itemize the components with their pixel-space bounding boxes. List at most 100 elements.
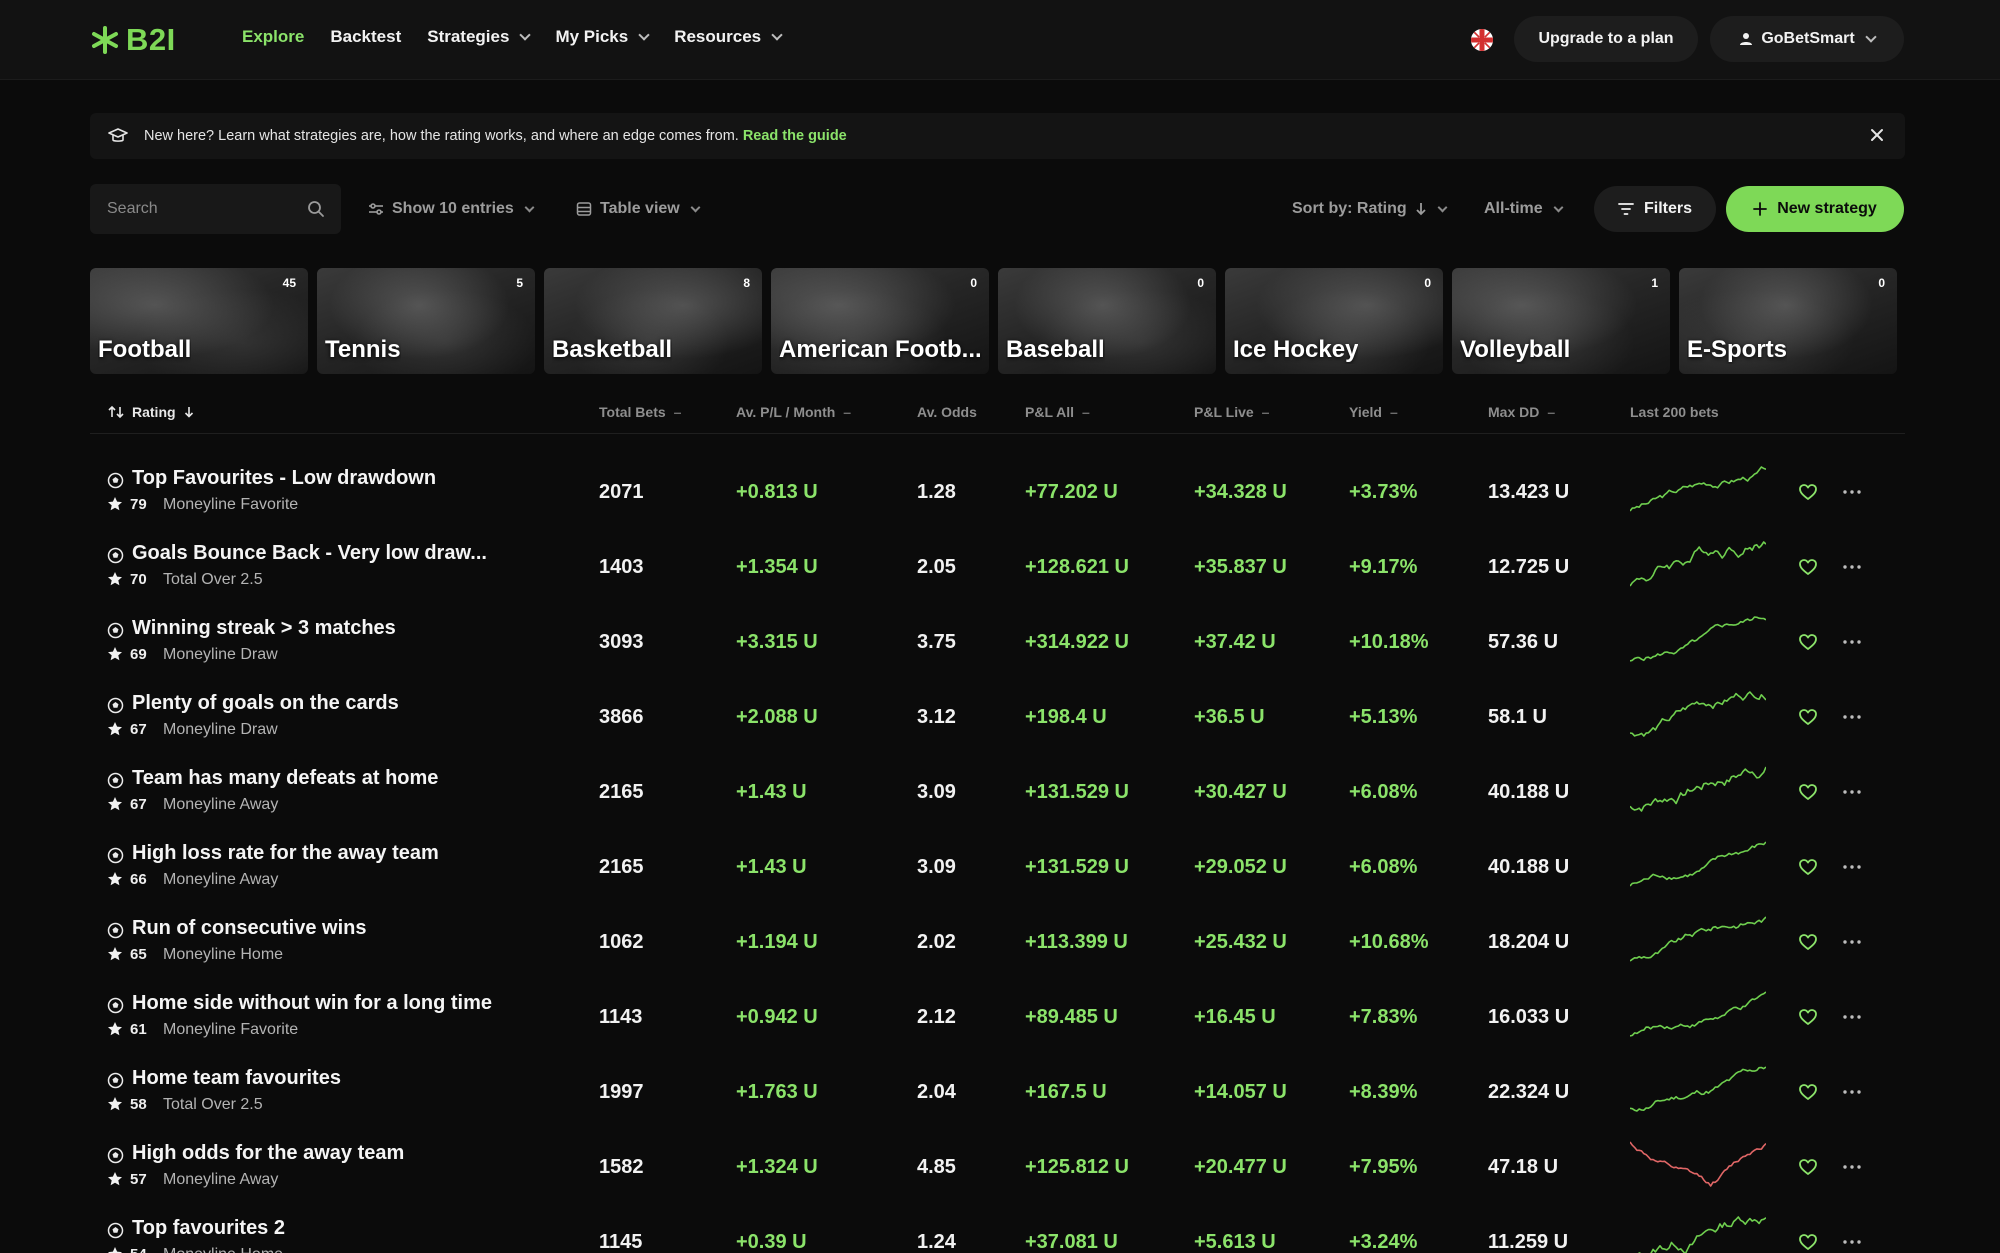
sort-dropdown[interactable]: Sort by: Rating (1292, 184, 1448, 234)
entries-dropdown[interactable]: Show 10 entries (368, 184, 535, 234)
onboarding-banner: New here? Learn what strategies are, how… (90, 113, 1905, 159)
strategy-title[interactable]: Home team favourites (132, 1067, 341, 1090)
account-menu-button[interactable]: GoBetSmart (1710, 16, 1904, 62)
sport-tile-american-footb[interactable]: 0 American Footb... (771, 268, 989, 374)
table-row[interactable]: High odds for the away team 57 Moneyline A… (90, 1130, 1905, 1205)
yield-column-header[interactable]: Yield – (1349, 404, 1398, 420)
sparkline-chart (1630, 1066, 1766, 1112)
upgrade-button[interactable]: Upgrade to a plan (1514, 16, 1698, 62)
pl-live-column-header[interactable]: P&L Live – (1194, 404, 1269, 420)
strategy-title[interactable]: Run of consecutive wins (132, 917, 366, 940)
more-options-icon[interactable] (1841, 1157, 1863, 1177)
strategy-title[interactable]: Top Favourites - Low drawdown (132, 467, 436, 490)
close-icon[interactable] (1867, 125, 1887, 145)
read-guide-link[interactable]: Read the guide (743, 128, 847, 144)
total-bets-column-header[interactable]: Total Bets – (599, 404, 681, 420)
view-dropdown[interactable]: Table view (576, 184, 701, 234)
table-row[interactable]: Top favourites 2 54 Moneyline Home 1145 +0.3… (90, 1205, 1905, 1253)
more-options-icon[interactable] (1841, 1007, 1863, 1027)
strategy-title[interactable]: Home side without win for a long time (132, 992, 492, 1015)
table-row[interactable]: Top Favourites - Low drawdown 79 Moneyline… (90, 455, 1905, 530)
heart-icon[interactable] (1798, 1232, 1818, 1252)
table-row[interactable]: Home team favourites 58 Total Over 2.5 1997… (90, 1055, 1905, 1130)
table-row[interactable]: Team has many defeats at home 67 Moneyline… (90, 755, 1905, 830)
max-dd-cell: 40.188 U (1488, 856, 1570, 878)
sliders-icon (369, 203, 383, 215)
strategy-title[interactable]: Top favourites 2 (132, 1217, 285, 1240)
sport-tile-e-sports[interactable]: 0 E-Sports (1679, 268, 1897, 374)
sport-tile-volleyball[interactable]: 1 Volleyball (1452, 268, 1670, 374)
heart-icon[interactable] (1798, 707, 1818, 727)
rating-column-header[interactable]: Rating (108, 404, 194, 420)
more-options-icon[interactable] (1841, 482, 1863, 502)
table-row[interactable]: Winning streak > 3 matches 69 Moneyline Dr… (90, 605, 1905, 680)
table-row[interactable]: Run of consecutive wins 65 Moneyline Home 1… (90, 905, 1905, 980)
nav-item-backtest[interactable]: Backtest (330, 27, 401, 47)
avg-pl-header-label: Av. P/L / Month (736, 404, 836, 420)
toolbar: Show 10 entries Table view Sort by: Rati… (90, 184, 1905, 234)
pl-all-cell: +125.812 U (1025, 1156, 1129, 1178)
heart-icon[interactable] (1798, 632, 1818, 652)
table-row[interactable]: Home side without win for a long time 61 M… (90, 980, 1905, 1055)
sparkline-series (1630, 991, 1766, 1037)
nav-item-resources[interactable]: Resources (674, 27, 783, 47)
table-row[interactable]: Plenty of goals on the cards 67 Moneyline … (90, 680, 1905, 755)
period-label: All-time (1484, 200, 1543, 217)
pl-live-cell: +20.477 U (1194, 1156, 1287, 1178)
user-icon (1740, 33, 1753, 45)
more-options-icon[interactable] (1841, 557, 1863, 577)
more-options-icon[interactable] (1841, 857, 1863, 877)
search-input[interactable] (90, 184, 341, 234)
heart-icon[interactable] (1798, 1007, 1818, 1027)
avg-odds-column-header[interactable]: Av. Odds (917, 404, 977, 420)
sport-tile-baseball[interactable]: 0 Baseball (998, 268, 1216, 374)
strategy-title[interactable]: High loss rate for the away team (132, 842, 439, 865)
chevron-down-icon (771, 29, 783, 41)
heart-icon[interactable] (1798, 1082, 1818, 1102)
nav-item-explore[interactable]: Explore (242, 27, 304, 47)
strategy-title[interactable]: Goals Bounce Back - Very low draw... (132, 542, 487, 565)
more-options-icon[interactable] (1841, 632, 1863, 652)
strategy-title[interactable]: Plenty of goals on the cards (132, 692, 399, 715)
strategy-title[interactable]: Team has many defeats at home (132, 767, 438, 790)
logo[interactable]: B2I (90, 22, 176, 58)
max-dd-column-header[interactable]: Max DD – (1488, 404, 1555, 420)
strategy-title[interactable]: High odds for the away team (132, 1142, 404, 1165)
nav-item-label: Resources (674, 27, 762, 46)
sparkline-chart (1638, 1216, 1766, 1253)
nav-item-strategies[interactable]: Strategies (427, 27, 532, 47)
sport-tile-basketball[interactable]: 8 Basketball (544, 268, 762, 374)
max-dd-cell: 22.324 U (1488, 1081, 1570, 1103)
search-icon[interactable] (307, 200, 325, 218)
new-strategy-button[interactable]: New strategy (1726, 186, 1904, 232)
filters-button[interactable]: Filters (1594, 186, 1716, 232)
table-row[interactable]: High loss rate for the away team 66 Moneyl… (90, 830, 1905, 905)
total-bets-header-label: Total Bets (599, 404, 666, 420)
heart-icon[interactable] (1798, 932, 1818, 952)
sport-tile-football[interactable]: 45 Football (90, 268, 308, 374)
sport-tile-tennis[interactable]: 5 Tennis (317, 268, 535, 374)
period-dropdown[interactable]: All-time (1484, 184, 1564, 234)
pl-all-column-header[interactable]: P&L All – (1025, 404, 1090, 420)
arrow-down-icon (184, 407, 193, 418)
nav-item-my-picks[interactable]: My Picks (555, 27, 650, 47)
heart-icon[interactable] (1798, 857, 1818, 877)
more-options-icon[interactable] (1841, 707, 1863, 727)
heart-icon[interactable] (1798, 482, 1818, 502)
heart-icon[interactable] (1798, 782, 1818, 802)
more-options-icon[interactable] (1841, 782, 1863, 802)
top-navigation-bar: B2I Explore Backtest Strategies My Picks Res… (0, 0, 2000, 80)
strategy-title[interactable]: Winning streak > 3 matches (132, 617, 396, 640)
more-options-icon[interactable] (1841, 1082, 1863, 1102)
table-row[interactable]: Goals Bounce Back - Very low draw... 70 To… (90, 530, 1905, 605)
more-options-icon[interactable] (1841, 932, 1863, 952)
heart-icon[interactable] (1798, 1157, 1818, 1177)
sport-tile-ice-hockey[interactable]: 0 Ice Hockey (1225, 268, 1443, 374)
more-options-icon[interactable] (1841, 1232, 1863, 1252)
rating-score: 58 (130, 1096, 147, 1113)
uk-flag-icon[interactable] (1471, 29, 1493, 51)
heart-icon[interactable] (1798, 557, 1818, 577)
star-icon (108, 572, 122, 586)
sparkline-series (1630, 916, 1766, 962)
avg-pl-column-header[interactable]: Av. P/L / Month – (736, 404, 851, 420)
